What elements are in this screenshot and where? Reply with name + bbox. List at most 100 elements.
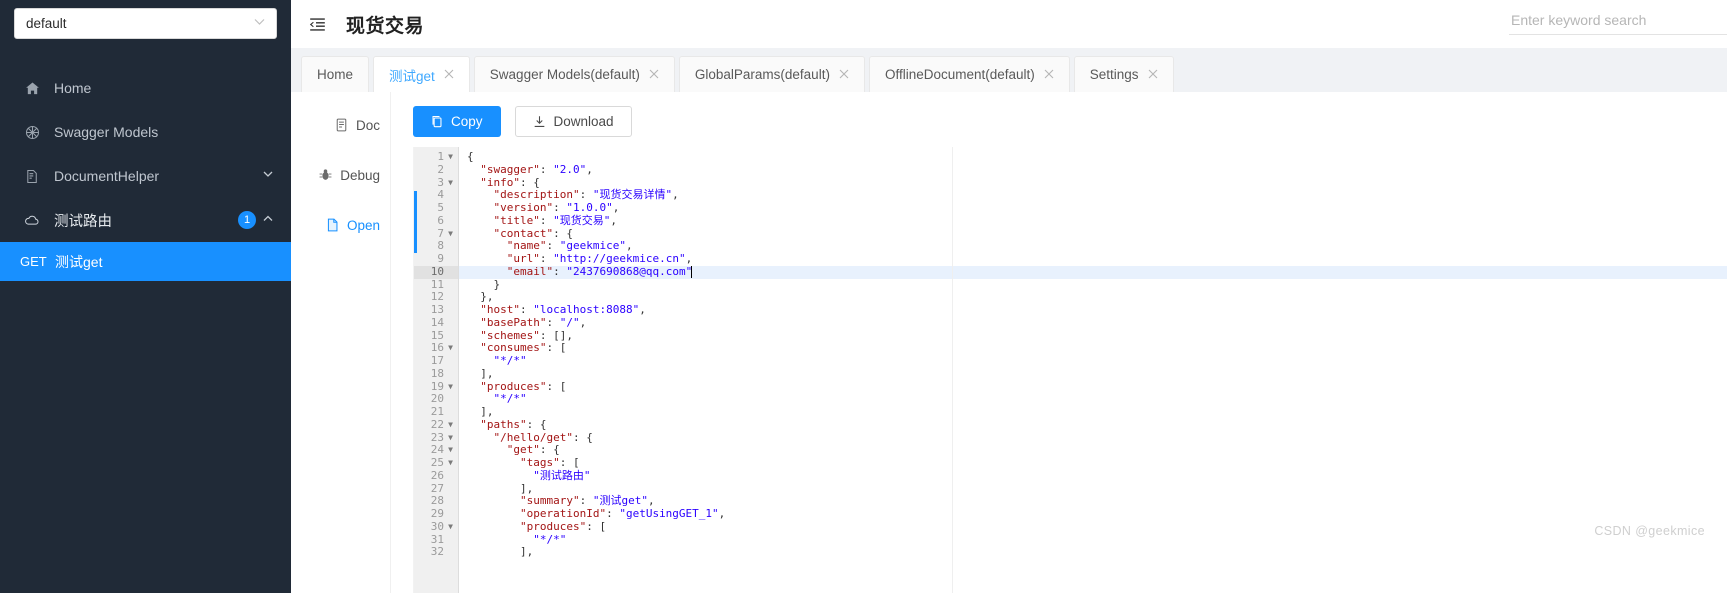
gutter-line: 32▼ (430, 545, 444, 559)
sidebar-item-swagger-models[interactable]: Swagger Models (0, 110, 291, 154)
bug-icon (319, 168, 332, 182)
gutter-line: 22 ▼ (430, 417, 453, 431)
code-line[interactable]: } (459, 278, 1727, 292)
tab-offline-document[interactable]: OfflineDocument(default) (868, 56, 1070, 92)
project-select[interactable]: default (14, 8, 277, 39)
sidebar-item-test-route[interactable]: 测试路由 1 (0, 198, 291, 242)
gutter-line: 26▼ (430, 468, 444, 482)
gutter-line: 14▼ (430, 315, 444, 329)
project-select-wrap: default (0, 0, 291, 39)
code-line[interactable]: "produces": [ (459, 380, 1727, 394)
doc-toolbar: Copy Download (391, 92, 1727, 147)
editor-code-area[interactable]: { "swagger": "2.0", "info": { "descripti… (459, 147, 1727, 593)
gutter-line: 2▼ (437, 162, 444, 176)
api-method-label: GET (20, 254, 47, 269)
chevron-up-icon (263, 215, 273, 225)
code-line[interactable]: "*/*" (459, 392, 1727, 406)
editor-scroll-marker[interactable] (414, 191, 417, 253)
code-line[interactable]: "version": "1.0.0", (459, 201, 1727, 215)
tab-test-get[interactable]: 测试get (373, 56, 470, 92)
doc-menu-item-debug[interactable]: Debug (291, 150, 390, 200)
gutter-line: 17▼ (430, 354, 444, 367)
code-line[interactable]: ], (459, 545, 1727, 559)
code-line[interactable]: { (459, 150, 1727, 164)
doc-menu-item-doc[interactable]: Doc (291, 100, 390, 150)
copy-icon (431, 115, 443, 128)
gutter-line: 18▼ (430, 366, 444, 380)
cloud-icon (22, 214, 42, 227)
doc-icon (335, 118, 348, 132)
tab-home[interactable]: Home (301, 56, 370, 92)
chevron-down-icon (254, 18, 265, 29)
status-badge: 1 (238, 211, 256, 229)
code-line[interactable]: "get": { (459, 443, 1727, 457)
code-line[interactable]: "测试路由" (459, 469, 1727, 483)
code-line[interactable]: ], (459, 367, 1727, 381)
gutter-line: 13▼ (430, 303, 444, 316)
code-line[interactable]: "schemes": [], (459, 329, 1727, 343)
gutter-line: 7 ▼ (437, 226, 453, 240)
tab-label: GlobalParams(default) (694, 67, 830, 82)
code-line[interactable]: "*/*" (459, 533, 1727, 547)
sidebar-item-label: Swagger Models (54, 124, 159, 140)
code-line[interactable]: "tags": [ (459, 456, 1727, 470)
copy-button[interactable]: Copy (413, 106, 501, 137)
text-caret (691, 265, 693, 278)
code-line[interactable]: "*/*" (459, 354, 1727, 368)
tab-label: 测试get (389, 68, 435, 84)
doc-menu-item-open[interactable]: Open (291, 200, 390, 250)
model-icon (22, 125, 42, 140)
gutter-line: 10▼ (414, 265, 458, 279)
page-title: 现货交易 (346, 15, 425, 37)
code-line[interactable]: "consumes": [ (459, 341, 1727, 355)
app-root: default Home Swagger Models DocumentHelp… (0, 0, 1727, 593)
close-icon[interactable] (839, 68, 849, 82)
editor-gutter: 1▼2▼3▼4▼5▼6▼7▼8▼9▼10▼11▼12▼13▼14▼15▼16▼1… (414, 147, 459, 593)
sidebar-item-label: Home (54, 80, 92, 96)
code-line[interactable]: "contact": { (459, 227, 1727, 241)
editor-ruler (952, 147, 953, 593)
file-icon (326, 218, 339, 232)
code-line[interactable]: "swagger": "2.0", (459, 163, 1727, 177)
download-button[interactable]: Download (514, 106, 632, 137)
tab-global-params[interactable]: GlobalParams(default) (678, 56, 865, 92)
menu-collapse-icon[interactable] (309, 17, 326, 32)
chevron-down-icon (263, 171, 273, 181)
search-input[interactable] (1509, 8, 1727, 35)
watermark: CSDN @geekmice (1594, 524, 1705, 538)
sidebar: default Home Swagger Models DocumentHelp… (0, 0, 291, 593)
code-line[interactable]: ], (459, 405, 1727, 419)
close-icon[interactable] (649, 68, 659, 82)
close-icon[interactable] (1044, 68, 1054, 82)
code-line[interactable]: "basePath": "/", (459, 316, 1727, 330)
gutter-line: 5▼ (437, 201, 444, 214)
sidebar-item-home[interactable]: Home (0, 66, 291, 110)
code-line[interactable]: "paths": { (459, 418, 1727, 432)
sidebar-item-documenthelper[interactable]: DocumentHelper (0, 154, 291, 198)
download-button-label: Download (553, 114, 614, 129)
code-line[interactable]: "produces": [ (459, 520, 1727, 534)
code-line[interactable]: }, (459, 290, 1727, 304)
tab-settings[interactable]: Settings (1073, 56, 1174, 92)
gutter-line: 1 ▼ (437, 150, 453, 163)
top-bar: 现货交易 (291, 0, 1727, 48)
tab-label: Settings (1089, 67, 1139, 82)
sidebar-api-item-test-get[interactable]: GET 测试get (0, 242, 291, 281)
doc-pane: Copy Download 1▼2▼3▼4▼5▼6▼7▼8▼9▼10▼11▼12… (391, 92, 1727, 593)
tab-label: OfflineDocument(default) (884, 67, 1035, 82)
tab-swagger-models[interactable]: Swagger Models(default) (473, 56, 675, 92)
content-body: Doc Debug Open Copy Download 1 ▼ 2 3 ▼ 4… (291, 92, 1727, 593)
close-icon[interactable] (444, 68, 454, 82)
code-line[interactable]: "email": "2437690868@qq.com" (459, 265, 1727, 279)
code-line[interactable]: "host": "localhost:8088", (459, 303, 1727, 317)
code-line[interactable]: "/hello/get": { (459, 431, 1727, 445)
code-editor[interactable]: 1▼2▼3▼4▼5▼6▼7▼8▼9▼10▼11▼12▼13▼14▼15▼16▼1… (413, 147, 1727, 593)
search-wrap (1509, 8, 1727, 35)
home-icon (22, 81, 42, 96)
download-icon (533, 115, 546, 128)
code-line[interactable]: "description": "现货交易详情", (459, 188, 1727, 202)
doc-menu-label: Open (346, 217, 380, 233)
code-line[interactable]: "operationId": "getUsingGET_1", (459, 507, 1727, 521)
code-line[interactable]: "title": "现货交易", (459, 214, 1727, 228)
close-icon[interactable] (1148, 68, 1158, 82)
